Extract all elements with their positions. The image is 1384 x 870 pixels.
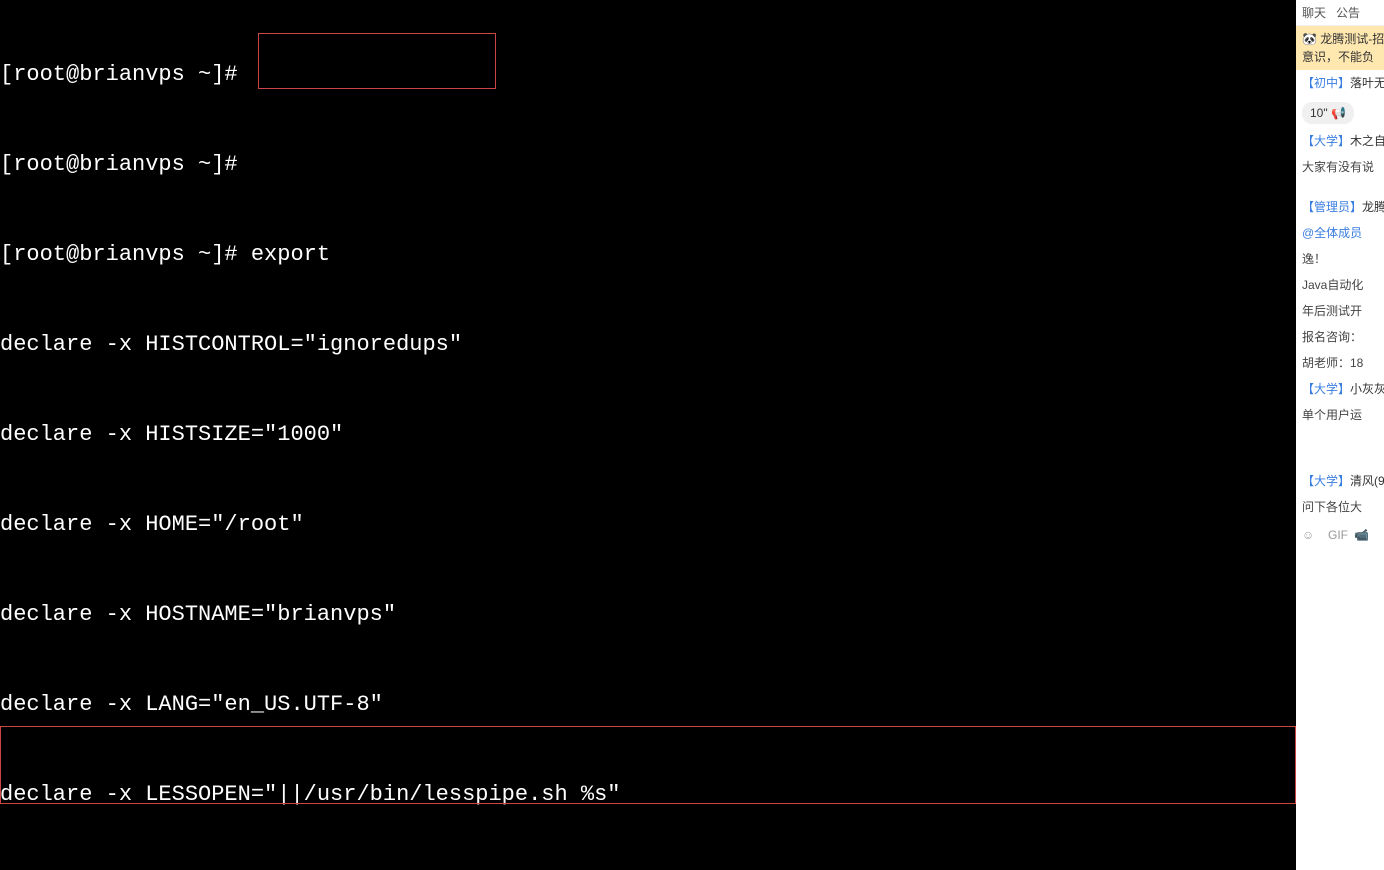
chat-message[interactable]: Java自动化 (1296, 272, 1384, 298)
notice-icon: 🐼 (1302, 32, 1320, 46)
prompt-line: [root@brianvps ~]# export (0, 240, 1296, 270)
terminal[interactable]: [root@brianvps ~]# [root@brianvps ~]# [r… (0, 0, 1296, 870)
chat-mention[interactable]: @全体成员 (1296, 220, 1384, 246)
user-name: 木之自 (1350, 134, 1384, 148)
sound-icon: 📢 (1331, 106, 1346, 120)
chat-message[interactable]: 问下各位大 (1296, 494, 1384, 520)
user-name: 清风(9 (1350, 474, 1384, 488)
message-text: 逸！ (1302, 252, 1326, 266)
spacer (1296, 428, 1384, 468)
mention-text: @全体成员 (1302, 226, 1362, 240)
output-line: declare -x LANG="en_US.UTF-8" (0, 690, 1296, 720)
chat-user[interactable]: 【大学】清风(9 (1296, 468, 1384, 494)
pinned-notice[interactable]: 🐼 龙腾测试-招 意识，不能负 (1296, 26, 1384, 70)
voice-duration: 10" (1310, 106, 1328, 120)
chat-user[interactable]: 【大学】木之自 (1296, 128, 1384, 154)
gif-icon[interactable]: GIF (1328, 528, 1346, 546)
chat-message[interactable]: 年后测试开 (1296, 298, 1384, 324)
message-text: 年后测试开 (1302, 304, 1362, 318)
message-text: Java自动化 (1302, 278, 1363, 292)
output-line: declare -x HOSTNAME="brianvps" (0, 600, 1296, 630)
chat-user[interactable]: 【管理员】龙腾 (1296, 194, 1384, 220)
message-text: 单个用户运 (1302, 408, 1362, 422)
chat-voice-message[interactable]: 10" 📢 (1296, 96, 1384, 128)
prompt-line: [root@brianvps ~]# (0, 60, 1296, 90)
chat-toolbar: ☺ GIF 📹 (1296, 520, 1384, 554)
output-line: declare -x LESSOPEN="||/usr/bin/lesspipe… (0, 780, 1296, 810)
chat-message[interactable]: 大家有没有说 (1296, 154, 1384, 180)
pinned-text: 龙腾测试-招 (1320, 32, 1384, 46)
chat-message[interactable]: 单个用户运 (1296, 402, 1384, 428)
tab-chat[interactable]: 聊天 (1302, 4, 1326, 21)
tab-announce[interactable]: 公告 (1336, 4, 1360, 21)
output-line: declare -x HISTSIZE="1000" (0, 420, 1296, 450)
user-tag: 【大学】 (1302, 474, 1350, 488)
user-name: 龙腾 (1362, 200, 1384, 214)
chat-sidebar: 聊天 公告 🐼 龙腾测试-招 意识，不能负 【初中】落叶无 10" 📢 【大学】… (1296, 0, 1384, 870)
chat-user[interactable]: 【大学】小灰灰 (1296, 376, 1384, 402)
video-icon[interactable]: 📹 (1354, 528, 1372, 546)
message-text: 胡老师：18 (1302, 356, 1363, 370)
emoji-icon[interactable]: ☺ (1302, 528, 1320, 546)
user-name: 小灰灰 (1350, 382, 1384, 396)
prompt-line: [root@brianvps ~]# (0, 150, 1296, 180)
user-tag: 【初中】 (1302, 76, 1350, 90)
message-text: 问下各位大 (1302, 500, 1362, 514)
chat-message[interactable]: 胡老师：18 (1296, 350, 1384, 376)
pinned-text: 意识，不能负 (1302, 50, 1374, 64)
user-name: 落叶无 (1350, 76, 1384, 90)
message-text: 报名咨询： (1302, 330, 1362, 344)
user-tag: 【大学】 (1302, 382, 1350, 396)
sidebar-tabs: 聊天 公告 (1296, 0, 1384, 26)
spacer (1296, 180, 1384, 194)
output-line: declare -x HISTCONTROL="ignoredups" (0, 330, 1296, 360)
chat-message[interactable]: 逸！ (1296, 246, 1384, 272)
message-text: 大家有没有说 (1302, 160, 1374, 174)
user-tag: 【大学】 (1302, 134, 1350, 148)
chat-user[interactable]: 【初中】落叶无 (1296, 70, 1384, 96)
output-line: declare -x HOME="/root" (0, 510, 1296, 540)
chat-message[interactable]: 报名咨询： (1296, 324, 1384, 350)
user-tag: 【管理员】 (1302, 200, 1362, 214)
voice-bubble: 10" 📢 (1302, 102, 1354, 124)
